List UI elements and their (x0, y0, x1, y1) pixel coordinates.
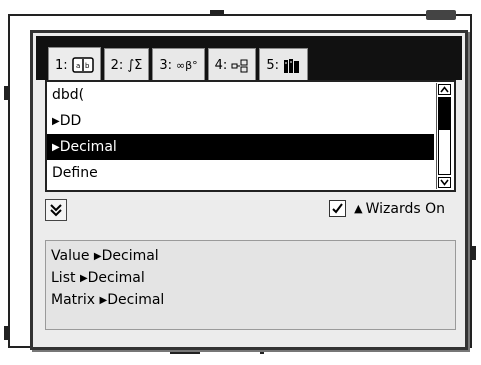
templates-icon (231, 59, 249, 73)
expand-help-button[interactable] (45, 199, 67, 221)
list-item-label: DD (59, 113, 82, 129)
help-line: Matrix ▶Decimal (46, 289, 455, 311)
help-prefix: Value (51, 248, 94, 264)
help-arrow: ▶ (79, 273, 88, 284)
math-integral-sigma-icon: ∫Σ (127, 58, 143, 73)
catalog-book-icon: a b (71, 57, 94, 73)
list-item[interactable]: dbd( (47, 82, 434, 108)
tab-catalog[interactable]: 1: a b (48, 47, 101, 82)
list-item-arrow: ▶ (52, 116, 60, 127)
svg-text:a: a (76, 62, 80, 70)
catalog-list: dbd( ▶DD ▶Decimal Define (47, 82, 434, 186)
chevron-up-icon (440, 86, 449, 93)
scroll-track[interactable] (438, 129, 451, 175)
help-prefix: Matrix (51, 292, 100, 308)
tab-libraries[interactable]: 5: (259, 48, 308, 82)
tab-number: 5: (266, 58, 279, 73)
wizards-toggle[interactable]: ▲ Wizards On (329, 200, 445, 217)
catalog-listbox[interactable]: dbd( ▶DD ▶Decimal Define (45, 80, 456, 192)
help-suffix: Decimal (87, 270, 145, 286)
scroll-up-button[interactable] (438, 84, 451, 95)
tab-number: 3: (159, 58, 172, 73)
scroll-thumb[interactable] (438, 97, 451, 129)
wizards-label: ▲ Wizards On (354, 201, 445, 217)
frame-edge-mark (472, 246, 476, 260)
chevron-down-icon (440, 179, 449, 186)
list-item[interactable]: ▶DD (47, 108, 434, 134)
help-suffix: Decimal (107, 292, 165, 308)
list-scrollbar[interactable] (436, 83, 453, 189)
help-prefix: List (51, 270, 80, 286)
catalog-dialog: 1: a b 2: ∫Σ 3: ∞β° 4: 5: dbd(▶DD ▶Deci… (30, 30, 468, 350)
triangle-up-icon: ▲ (354, 202, 363, 215)
help-line: List ▶Decimal (46, 267, 455, 289)
frame-edge-mark (4, 86, 8, 100)
list-item-label: Decimal (59, 139, 117, 155)
tab-number: 4: (214, 58, 228, 73)
frame-edge-mark (4, 326, 8, 340)
scroll-down-button[interactable] (438, 177, 451, 188)
list-item-selected[interactable]: ▶Decimal (47, 134, 434, 160)
frame-edge-mark (210, 10, 224, 14)
wizards-label-text: Wizards On (365, 200, 445, 217)
help-arrow: ▶ (93, 251, 102, 262)
frame-edge-mark (170, 350, 200, 354)
syntax-help-panel: Value ▶Decimal List ▶Decimal Matrix ▶Dec… (45, 240, 456, 330)
battery-icon (426, 10, 456, 20)
list-item-arrow: ▶ (52, 142, 60, 153)
catalog-tabs: 1: a b 2: ∫Σ 3: ∞β° 4: 5: (48, 47, 308, 82)
checkmark-icon (332, 203, 343, 214)
tab-number: 2: (110, 58, 124, 73)
list-item-label: Define (52, 165, 98, 181)
svg-text:b: b (85, 62, 90, 70)
help-line: Value ▶Decimal (46, 245, 455, 267)
tab-templates[interactable]: 4: (207, 48, 257, 82)
tab-symbols[interactable]: 3: ∞β° (152, 48, 205, 82)
list-item-label: dbd( (52, 87, 85, 103)
help-suffix: Decimal (101, 248, 159, 264)
tab-number: 1: (55, 57, 68, 73)
double-chevron-down-icon (50, 204, 62, 217)
tab-math[interactable]: 2: ∫Σ (103, 48, 150, 82)
catalog-tabbar: 1: a b 2: ∫Σ 3: ∞β° 4: 5: (36, 36, 462, 82)
units-symbols-icon: ∞β° (175, 59, 198, 72)
wizards-checkbox[interactable] (329, 200, 347, 217)
list-item[interactable]: Define (47, 160, 434, 186)
libraries-icon (283, 58, 301, 74)
